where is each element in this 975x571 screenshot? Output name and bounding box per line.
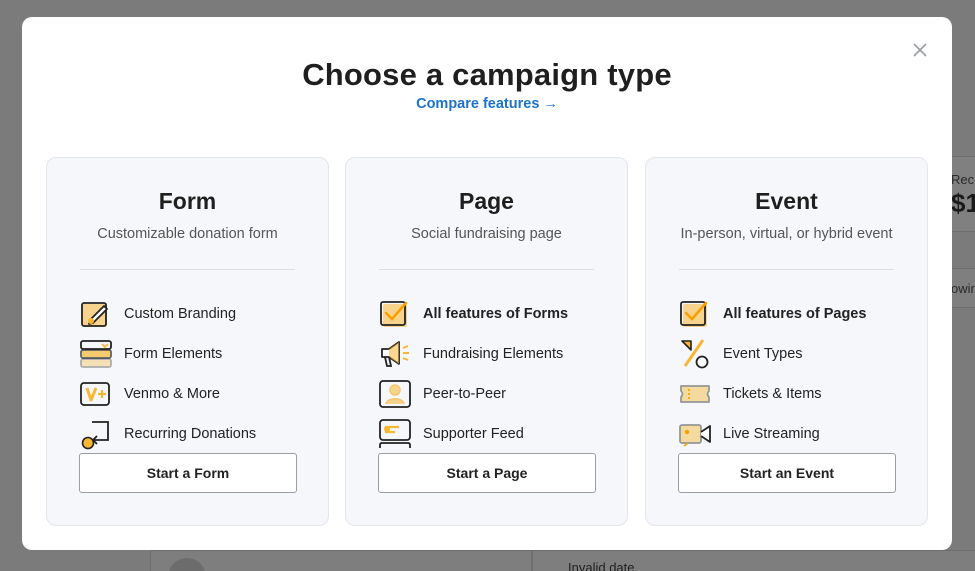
checkbox-icon xyxy=(679,298,711,330)
venmo-icon xyxy=(80,378,112,410)
feature-item: Venmo & More xyxy=(80,374,310,414)
card-title: Form xyxy=(158,188,217,214)
campaign-card-form: Form Customizable donation form Custom B… xyxy=(46,157,329,526)
feature-label: Peer-to-Peer xyxy=(423,386,507,402)
feature-item: Peer-to-Peer xyxy=(379,374,609,414)
background-stat-value: $1 xyxy=(951,188,975,218)
feature-label: All features of Pages xyxy=(723,306,867,322)
card-subtitle: Customizable donation form xyxy=(97,226,278,242)
feature-label: Fundraising Elements xyxy=(423,346,564,362)
feature-item: Supporter Feed xyxy=(379,414,609,454)
compare-features-label: Compare features xyxy=(416,96,540,112)
card-subtitle: In-person, virtual, or hybrid event xyxy=(680,226,893,242)
feature-item: Event Types xyxy=(679,334,909,374)
feature-label: All features of Forms xyxy=(423,306,569,322)
feature-item: All features of Pages xyxy=(679,294,909,334)
compare-features-link[interactable]: Compare features → xyxy=(22,96,952,112)
arrow-right-icon: → xyxy=(543,96,558,112)
feature-label: Event Types xyxy=(723,346,803,362)
feature-item: Live Streaming xyxy=(679,414,909,454)
start-form-button[interactable]: Start a Form xyxy=(79,453,297,493)
background-date-text: Invalid date xyxy=(568,560,635,571)
campaign-type-modal: Choose a campaign type Compare features →… xyxy=(22,17,952,550)
campaign-card-event: Event In-person, virtual, or hybrid even… xyxy=(645,157,928,526)
form-elements-icon xyxy=(80,338,112,370)
checkbox-icon xyxy=(379,298,411,330)
feature-label: Live Streaming xyxy=(723,426,820,442)
feature-label: Supporter Feed xyxy=(423,426,524,442)
feature-label: Form Elements xyxy=(124,346,223,362)
modal-title: Choose a campaign type xyxy=(302,57,672,92)
divider xyxy=(80,269,295,270)
megaphone-icon xyxy=(379,338,411,370)
background-stat-label: Recu xyxy=(951,172,975,187)
feed-icon xyxy=(379,418,411,450)
feature-label: Recurring Donations xyxy=(124,426,257,442)
feature-list: Custom Branding Form Elements Venmo & Mo… xyxy=(80,294,310,454)
background-card-label: owin xyxy=(951,281,975,296)
ticket-icon xyxy=(679,378,711,410)
feature-item: Tickets & Items xyxy=(679,374,909,414)
divider xyxy=(379,269,594,270)
start-event-button[interactable]: Start an Event xyxy=(678,453,896,493)
feature-item: Custom Branding xyxy=(80,294,310,334)
recurring-icon xyxy=(80,418,112,450)
feature-list: All features of Forms Fundraising Elemen… xyxy=(379,294,609,454)
feature-list: All features of Pages Event Types Ticket… xyxy=(679,294,909,454)
card-title: Event xyxy=(755,188,818,214)
feature-item: All features of Forms xyxy=(379,294,609,334)
edit-branding-icon xyxy=(80,298,112,330)
feature-label: Tickets & Items xyxy=(723,386,822,402)
card-subtitle: Social fundraising page xyxy=(411,226,562,242)
person-card-icon xyxy=(379,378,411,410)
shapes-icon xyxy=(679,338,711,370)
video-camera-icon xyxy=(679,418,711,450)
background-panel-left xyxy=(150,550,532,571)
feature-item: Fundraising Elements xyxy=(379,334,609,374)
feature-item: Recurring Donations xyxy=(80,414,310,454)
campaign-card-page: Page Social fundraising page All feature… xyxy=(345,157,628,526)
close-icon[interactable] xyxy=(911,41,929,59)
feature-label: Custom Branding xyxy=(124,306,237,322)
card-title: Page xyxy=(459,188,514,214)
start-page-button[interactable]: Start a Page xyxy=(378,453,596,493)
feature-label: Venmo & More xyxy=(124,386,220,402)
feature-item: Form Elements xyxy=(80,334,310,374)
divider xyxy=(679,269,894,270)
